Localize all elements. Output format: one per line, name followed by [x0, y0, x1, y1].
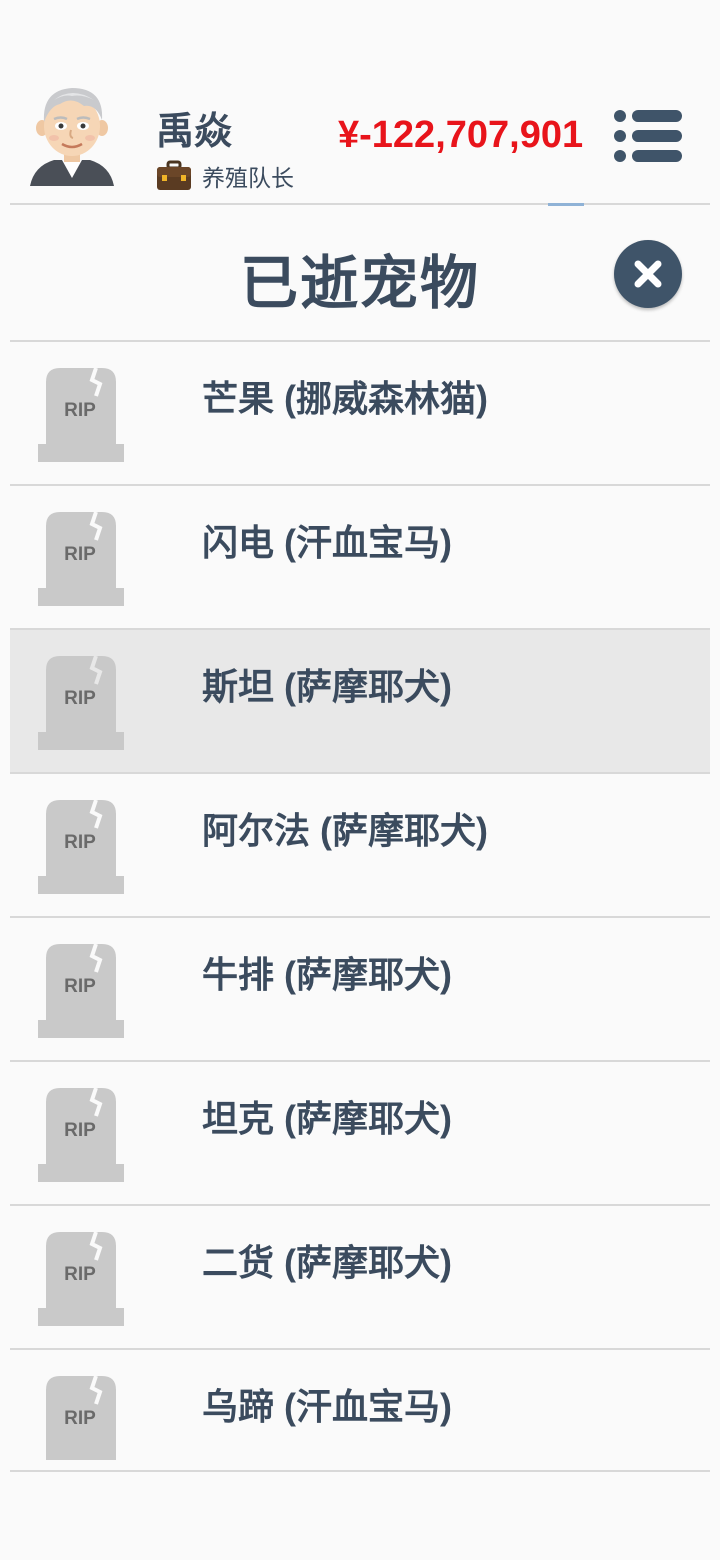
player-title: 养殖队长 — [202, 166, 294, 192]
avatar[interactable] — [24, 82, 120, 192]
pet-name: 芒果 (挪威森林猫) — [202, 378, 488, 419]
dead-pets-list: RIP 芒果 (挪威森林猫) RIP 闪电 (汗血宝马) RIP 斯坦 (萨摩耶… — [10, 342, 710, 1472]
pet-row-selected[interactable]: RIP 斯坦 (萨摩耶犬) — [10, 630, 710, 774]
tombstone-icon: RIP — [46, 1375, 116, 1460]
tombstone-text: RIP — [64, 1408, 96, 1429]
dialog-title: 已逝宠物 — [239, 249, 480, 317]
tombstone-icon: RIP — [38, 1087, 124, 1182]
pet-name: 阿尔法 (萨摩耶犬) — [202, 810, 488, 851]
briefcase-icon — [157, 160, 191, 190]
tombstone-icon: RIP — [38, 1231, 124, 1326]
pet-name: 牛排 (萨摩耶犬) — [202, 954, 452, 995]
player-header: 禹焱 养殖队长 ¥-122,707,901 — [0, 0, 720, 206]
close-icon[interactable] — [614, 240, 682, 308]
tombstone-icon: RIP — [38, 655, 124, 750]
tombstone-icon: RIP — [38, 367, 124, 462]
header-divider — [10, 203, 710, 205]
header-accent-mark — [548, 203, 584, 206]
pet-row[interactable]: RIP 二货 (萨摩耶犬) — [10, 1206, 710, 1350]
pet-name: 乌蹄 (汗血宝马) — [202, 1386, 452, 1427]
tombstone-icon: RIP — [38, 511, 124, 606]
tombstone-icon: RIP — [38, 799, 124, 894]
tombstone-text: RIP — [64, 1264, 96, 1285]
tombstone-text: RIP — [64, 400, 96, 421]
pet-name: 斯坦 (萨摩耶犬) — [202, 666, 452, 707]
pet-row[interactable]: RIP 乌蹄 (汗血宝马) — [10, 1350, 710, 1472]
pet-row[interactable]: RIP 牛排 (萨摩耶犬) — [10, 918, 710, 1062]
pet-row[interactable]: RIP 芒果 (挪威森林猫) — [10, 342, 710, 486]
username: 禹焱 — [156, 109, 233, 153]
tombstone-text: RIP — [64, 832, 96, 853]
pet-row[interactable]: RIP 阿尔法 (萨摩耶犬) — [10, 774, 710, 918]
pet-name: 闪电 (汗血宝马) — [202, 522, 452, 563]
pet-row[interactable]: RIP 闪电 (汗血宝马) — [10, 486, 710, 630]
tombstone-icon: RIP — [38, 943, 124, 1038]
money-balance: ¥-122,707,901 — [338, 114, 584, 156]
menu-list-icon[interactable] — [612, 108, 684, 164]
tombstone-text: RIP — [64, 544, 96, 565]
tombstone-text: RIP — [64, 688, 96, 709]
pet-row[interactable]: RIP 坦克 (萨摩耶犬) — [10, 1062, 710, 1206]
player-title-row: 养殖队长 — [156, 158, 294, 194]
pet-name: 坦克 (萨摩耶犬) — [202, 1098, 452, 1139]
tombstone-text: RIP — [64, 1120, 96, 1141]
dead-pets-screen: 禹焱 养殖队长 ¥-122,707,901 已逝宠物 RIP 芒果 (挪威森林猫… — [0, 0, 720, 1560]
pet-name: 二货 (萨摩耶犬) — [202, 1242, 452, 1283]
tombstone-text: RIP — [64, 976, 96, 997]
